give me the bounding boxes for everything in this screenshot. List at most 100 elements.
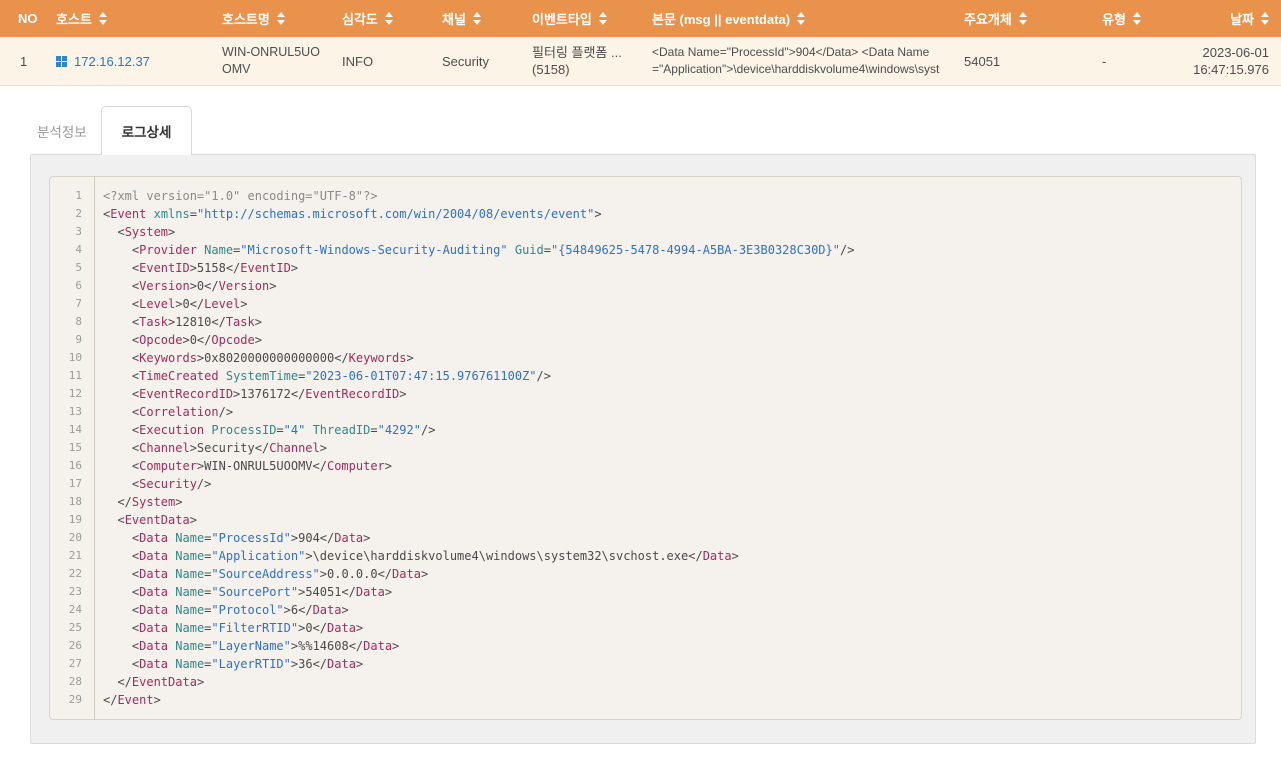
code-line: 16 <Computer>WIN-ONRUL5UOOMV</Computer> <box>50 457 1241 475</box>
code-text: </System> <box>94 493 183 511</box>
code-text: </Event> <box>94 691 161 709</box>
line-number: 26 <box>50 637 94 655</box>
column-label: 이벤트타입 <box>532 9 592 28</box>
sort-icon[interactable] <box>797 12 805 25</box>
code-text: <Data Name="LayerName">%%14608</Data> <box>94 637 399 655</box>
column-header-host[interactable]: 호스트 <box>44 0 210 37</box>
column-label: 호스트명 <box>222 9 270 28</box>
line-number: 25 <box>50 619 94 637</box>
line-number: 17 <box>50 475 94 493</box>
code-line: 14 <Execution ProcessID="4" ThreadID="42… <box>50 421 1241 439</box>
column-label: 날짜 <box>1230 9 1254 28</box>
code-text: <EventRecordID>1376172</EventRecordID> <box>94 385 406 403</box>
column-label: 심각도 <box>342 9 378 28</box>
code-line: 9 <Opcode>0</Opcode> <box>50 331 1241 349</box>
code-text: </EventData> <box>94 673 204 691</box>
column-header-event-type[interactable]: 이벤트타입 <box>520 0 640 37</box>
line-number: 6 <box>50 277 94 295</box>
code-line: 26 <Data Name="LayerName">%%14608</Data> <box>50 637 1241 655</box>
cell-no: 1 <box>0 53 44 70</box>
sort-icon[interactable] <box>277 12 285 25</box>
line-number: 11 <box>50 367 94 385</box>
column-header-hostname[interactable]: 호스트명 <box>210 0 330 37</box>
code-text: <Computer>WIN-ONRUL5UOOMV</Computer> <box>94 457 392 475</box>
code-line: 3 <System> <box>50 223 1241 241</box>
tab-log-detail[interactable]: 로그상세 <box>101 106 193 155</box>
windows-logo-icon <box>56 56 67 67</box>
code-line: 20 <Data Name="ProcessId">904</Data> <box>50 529 1241 547</box>
code-lines: 1<?xml version="1.0" encoding="UTF-8"?>2… <box>50 187 1241 709</box>
column-header-body[interactable]: 본문 (msg || eventdata) <box>640 0 946 37</box>
code-line: 23 <Data Name="SourcePort">54051</Data> <box>50 583 1241 601</box>
code-text: <Task>12810</Task> <box>94 313 262 331</box>
cell-main-object: 54051 <box>946 53 1076 70</box>
code-text: <System> <box>94 223 175 241</box>
cell-hostname: WIN-ONRUL5UOOMV <box>210 44 330 78</box>
sort-icon[interactable] <box>385 12 393 25</box>
host-ip-link[interactable]: 172.16.12.37 <box>74 53 150 70</box>
column-header-main-object[interactable]: 주요개체 <box>946 0 1076 37</box>
cell-host: 172.16.12.37 <box>44 53 210 70</box>
cell-event-type: 필터링 플랫폼 ... (5158) <box>520 44 640 78</box>
code-text: <Data Name="SourceAddress">0.0.0.0</Data… <box>94 565 428 583</box>
sort-icon[interactable] <box>599 12 607 25</box>
line-number: 20 <box>50 529 94 547</box>
code-line: 4 <Provider Name="Microsoft-Windows-Secu… <box>50 241 1241 259</box>
code-line: 6 <Version>0</Version> <box>50 277 1241 295</box>
code-line: 25 <Data Name="FilterRTID">0</Data> <box>50 619 1241 637</box>
line-number: 28 <box>50 673 94 691</box>
code-text: <Data Name="LayerRTID">36</Data> <box>94 655 363 673</box>
column-label: 유형 <box>1102 9 1126 28</box>
code-text: <Channel>Security</Channel> <box>94 439 327 457</box>
cell-channel: Security <box>430 53 520 70</box>
line-number: 29 <box>50 691 94 709</box>
code-line: 5 <EventID>5158</EventID> <box>50 259 1241 277</box>
cell-severity: INFO <box>330 53 430 70</box>
column-header-date[interactable]: 날짜 <box>1180 0 1281 37</box>
code-viewer: 1<?xml version="1.0" encoding="UTF-8"?>2… <box>49 176 1242 720</box>
column-label: 주요개체 <box>964 9 1012 28</box>
code-line: 7 <Level>0</Level> <box>50 295 1241 313</box>
column-header-severity[interactable]: 심각도 <box>330 0 430 37</box>
code-text: <EventData> <box>94 511 197 529</box>
sort-icon[interactable] <box>99 12 107 25</box>
gutter-divider <box>94 177 95 719</box>
code-line: 18 </System> <box>50 493 1241 511</box>
code-text: <Data Name="SourcePort">54051</Data> <box>94 583 392 601</box>
code-line: 11 <TimeCreated SystemTime="2023-06-01T0… <box>50 367 1241 385</box>
table-header-row: NO 호스트 호스트명 심각도 채널 이벤트타입 본문 (msg || eventdata)… <box>0 0 1281 37</box>
line-number: 1 <box>50 187 94 205</box>
cell-type: - <box>1076 53 1180 70</box>
code-line: 29</Event> <box>50 691 1241 709</box>
cell-date: 2023-06-01 16:47:15.976 <box>1180 44 1281 78</box>
line-number: 3 <box>50 223 94 241</box>
code-text: <Data Name="ProcessId">904</Data> <box>94 529 370 547</box>
column-header-type[interactable]: 유형 <box>1076 0 1180 37</box>
code-text: <Execution ProcessID="4" ThreadID="4292"… <box>94 421 435 439</box>
column-header-channel[interactable]: 채널 <box>430 0 520 37</box>
code-line: 15 <Channel>Security</Channel> <box>50 439 1241 457</box>
column-label: 호스트 <box>56 9 92 28</box>
log-table: NO 호스트 호스트명 심각도 채널 이벤트타입 본문 (msg || eventdata)… <box>0 0 1281 86</box>
line-number: 18 <box>50 493 94 511</box>
log-row[interactable]: 1 172.16.12.37 WIN-ONRUL5UOOMVINFOSecurity… <box>0 37 1281 86</box>
tab-analysis-info[interactable]: 분석정보 <box>23 108 101 154</box>
sort-icon[interactable] <box>1261 12 1269 25</box>
line-number: 13 <box>50 403 94 421</box>
code-text: <Data Name="Protocol">6</Data> <box>94 601 349 619</box>
code-text: <EventID>5158</EventID> <box>94 259 298 277</box>
sort-icon[interactable] <box>1019 12 1027 25</box>
log-detail-panel: 1<?xml version="1.0" encoding="UTF-8"?>2… <box>30 154 1256 744</box>
sort-icon[interactable] <box>1133 12 1141 25</box>
code-line: 22 <Data Name="SourceAddress">0.0.0.0</D… <box>50 565 1241 583</box>
line-number: 21 <box>50 547 94 565</box>
sort-icon[interactable] <box>473 12 481 25</box>
line-number: 2 <box>50 205 94 223</box>
line-number: 23 <box>50 583 94 601</box>
code-line: 27 <Data Name="LayerRTID">36</Data> <box>50 655 1241 673</box>
line-number: 15 <box>50 439 94 457</box>
code-text: <Security/> <box>94 475 211 493</box>
column-label: NO <box>18 11 38 26</box>
column-label: 본문 (msg || eventdata) <box>652 9 790 28</box>
code-line: 8 <Task>12810</Task> <box>50 313 1241 331</box>
